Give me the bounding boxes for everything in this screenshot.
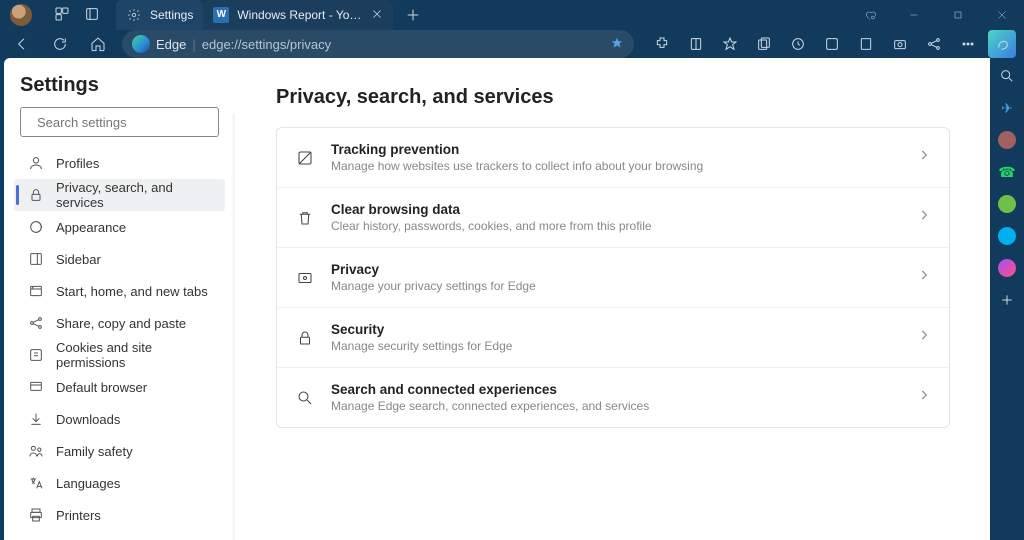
settings-sidebar: Settings Profiles Privacy, search, and s… (4, 58, 236, 540)
chevron-right-icon (917, 268, 931, 287)
row-search-services[interactable]: Search and connected experiencesManage E… (277, 367, 949, 427)
refresh-button[interactable] (46, 30, 74, 58)
page-heading: Privacy, search, and services (276, 86, 950, 109)
shopping-icon[interactable] (848, 0, 892, 30)
edge-icon (132, 35, 150, 53)
app-icon[interactable] (818, 30, 846, 58)
profile-avatar[interactable] (10, 4, 32, 26)
row-clear-browsing-data[interactable]: Clear browsing dataClear history, passwo… (277, 187, 949, 247)
nav-languages[interactable]: Languages (14, 467, 225, 499)
search-input[interactable] (37, 115, 213, 130)
sidebar-skype-icon[interactable] (997, 226, 1017, 246)
content-area: Settings Profiles Privacy, search, and s… (0, 58, 1024, 540)
nav-system[interactable]: System and performance (14, 531, 225, 540)
close-button[interactable] (980, 0, 1024, 30)
nav-default-browser[interactable]: Default browser (14, 371, 225, 403)
new-tab-button[interactable] (399, 1, 427, 29)
gear-icon (126, 7, 142, 23)
close-tab-icon[interactable] (371, 8, 383, 23)
privacy-icon (295, 269, 315, 287)
toolbar: Edge | edge://settings/privacy (0, 30, 1024, 58)
row-tracking-prevention[interactable]: Tracking preventionManage how websites u… (277, 128, 949, 187)
copilot-icon[interactable] (988, 30, 1016, 58)
nav-start[interactable]: Start, home, and new tabs (14, 275, 225, 307)
share-icon[interactable] (920, 30, 948, 58)
read-aloud-icon[interactable] (682, 30, 710, 58)
tab-label: Windows Report - Your go-to sou... (237, 8, 363, 22)
more-icon[interactable] (954, 30, 982, 58)
trash-icon (295, 209, 315, 227)
tab-windowsreport[interactable]: W Windows Report - Your go-to sou... (203, 0, 393, 30)
search-settings-field[interactable] (20, 107, 219, 137)
sidebar-whatsapp-icon[interactable]: ☎ (997, 162, 1017, 182)
home-button[interactable] (84, 30, 112, 58)
tab-settings[interactable]: Settings (116, 0, 203, 30)
site-favicon: W (213, 7, 229, 23)
nav-appearance[interactable]: Appearance (14, 211, 225, 243)
workspaces-icon[interactable] (54, 6, 70, 25)
nav-printers[interactable]: Printers (14, 499, 225, 531)
address-url: edge://settings/privacy (202, 37, 331, 52)
settings-card: Tracking preventionManage how websites u… (276, 127, 950, 428)
sidebar-app-icon[interactable] (997, 194, 1017, 214)
sidebar-messenger-icon[interactable] (997, 258, 1017, 278)
nav-privacy[interactable]: Privacy, search, and services (14, 179, 225, 211)
nav-share[interactable]: Share, copy and paste (14, 307, 225, 339)
history-icon[interactable] (784, 30, 812, 58)
search-icon (295, 389, 315, 407)
tab-actions-icon[interactable] (84, 6, 100, 25)
sidebar-app-icon[interactable] (997, 130, 1017, 150)
chevron-right-icon (917, 208, 931, 227)
collections-icon[interactable] (750, 30, 778, 58)
settings-main: Privacy, search, and services Tracking p… (236, 58, 990, 540)
nav-cookies[interactable]: Cookies and site permissions (14, 339, 225, 371)
titlebar: Settings W Windows Report - Your go-to s… (0, 0, 1024, 30)
lock-icon (295, 329, 315, 347)
row-privacy[interactable]: PrivacyManage your privacy settings for … (277, 247, 949, 307)
extensions-icon[interactable] (648, 30, 676, 58)
browser-sidebar: ✈ ☎ (990, 58, 1024, 540)
address-app: Edge (156, 37, 186, 52)
tab-label: Settings (150, 8, 193, 22)
nav-downloads[interactable]: Downloads (14, 403, 225, 435)
chevron-right-icon (917, 388, 931, 407)
favorites-icon[interactable] (716, 30, 744, 58)
address-bar[interactable]: Edge | edge://settings/privacy (122, 30, 634, 58)
screenshot-icon[interactable] (886, 30, 914, 58)
chevron-right-icon (917, 328, 931, 347)
favorite-star-icon[interactable] (610, 36, 624, 53)
nav-sidebar[interactable]: Sidebar (14, 243, 225, 275)
chevron-right-icon (917, 148, 931, 167)
tracking-icon (295, 149, 315, 167)
nav-profiles[interactable]: Profiles (14, 147, 225, 179)
sidebar-search-icon[interactable] (997, 66, 1017, 86)
maximize-button[interactable] (936, 0, 980, 30)
sidebar-telegram-icon[interactable]: ✈ (997, 98, 1017, 118)
tab-strip: Settings W Windows Report - Your go-to s… (116, 0, 427, 30)
sidebar-add-icon[interactable] (997, 290, 1017, 310)
row-security[interactable]: SecurityManage security settings for Edg… (277, 307, 949, 367)
reading-list-icon[interactable] (852, 30, 880, 58)
back-button[interactable] (8, 30, 36, 58)
minimize-button[interactable] (892, 0, 936, 30)
sidebar-title: Settings (20, 74, 225, 97)
nav-family[interactable]: Family safety (14, 435, 225, 467)
